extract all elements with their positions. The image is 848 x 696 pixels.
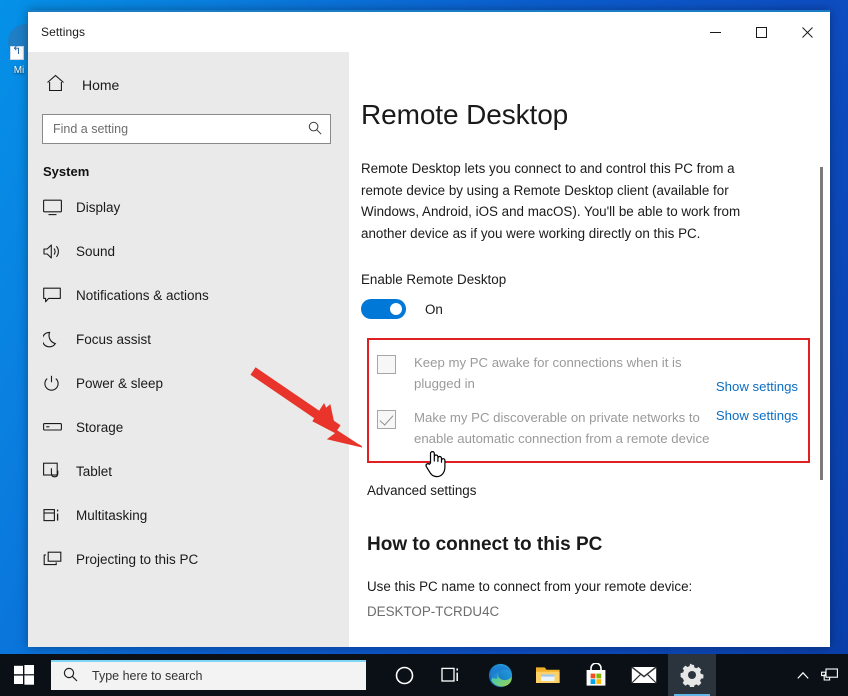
keep-awake-checkbox[interactable] (377, 355, 396, 374)
tablet-touch-icon (43, 462, 76, 480)
sidebar-item-notifications[interactable]: Notifications & actions (28, 273, 349, 317)
monitor-icon (43, 199, 76, 216)
sidebar-item-focus-assist[interactable]: Focus assist (28, 317, 349, 361)
microsoft-store-icon[interactable] (572, 654, 620, 696)
search-input[interactable] (53, 122, 308, 136)
sidebar-label: Multitasking (76, 507, 148, 523)
windows-taskbar: Type here to search (0, 654, 848, 696)
drive-icon (43, 421, 76, 433)
pc-name-value: DESKTOP-TCRDU4C (367, 604, 500, 619)
sidebar-label: Notifications & actions (76, 287, 209, 303)
window-titlebar[interactable]: Settings (28, 12, 830, 52)
windows-logo-icon (14, 665, 34, 685)
discoverable-label: Make my PC discoverable on private netwo… (414, 410, 710, 446)
home-icon (46, 74, 82, 97)
sidebar-home-label: Home (82, 77, 120, 93)
chevron-up-icon (797, 671, 809, 679)
task-view-icon[interactable] (428, 654, 476, 696)
sidebar-item-multitasking[interactable]: Multitasking (28, 493, 349, 537)
window-title: Settings (41, 25, 86, 39)
sidebar-item-display[interactable]: Display (28, 185, 349, 229)
settings-icon[interactable] (668, 654, 716, 696)
settings-sidebar: Home System Di (28, 52, 349, 647)
how-to-connect-description: Use this PC name to connect from your re… (367, 579, 693, 594)
sidebar-item-storage[interactable]: Storage (28, 405, 349, 449)
settings-window: Settings Home Find a setting System Disp… (28, 10, 830, 647)
option-row-discoverable[interactable]: Make my PC discoverable on private netwo… (369, 408, 808, 449)
system-tray (790, 654, 848, 696)
sidebar-label: Tablet (76, 463, 113, 479)
option-row-keep-awake[interactable]: Keep my PC awake for connections when it… (369, 353, 808, 394)
multitasking-icon (43, 507, 76, 524)
taskbar-search-placeholder: Type here to search (92, 669, 203, 683)
advanced-settings-link[interactable]: Advanced settings (367, 483, 790, 498)
sidebar-item-sound[interactable]: Sound (28, 229, 349, 273)
close-icon (801, 26, 813, 38)
enable-remote-desktop-label: Enable Remote Desktop (361, 272, 507, 287)
keep-awake-label: Keep my PC awake for connections when it… (414, 355, 682, 391)
microsoft-edge-icon[interactable] (476, 654, 524, 696)
keep-awake-show-settings-link[interactable]: Show settings (716, 379, 798, 394)
network-icon[interactable] (816, 654, 842, 696)
search-icon (63, 667, 78, 685)
minimize-button[interactable] (692, 16, 738, 48)
content-scrollbar[interactable] (820, 167, 823, 480)
sidebar-item-power-sleep[interactable]: Power & sleep (28, 361, 349, 405)
moon-icon (43, 331, 76, 348)
red-highlight-rectangle: Keep my PC awake for connections when it… (367, 338, 810, 463)
speaker-icon (43, 243, 76, 260)
sidebar-item-tablet[interactable]: Tablet (28, 449, 349, 493)
start-button[interactable] (0, 654, 48, 696)
maximize-button[interactable] (738, 16, 784, 48)
taskbar-search-box[interactable]: Type here to search (51, 660, 366, 690)
cortana-icon[interactable] (380, 654, 428, 696)
close-button[interactable] (784, 16, 830, 48)
mail-icon[interactable] (620, 654, 668, 696)
minimize-icon (709, 31, 721, 33)
toggle-state-label: On (425, 301, 443, 317)
sidebar-label: Display (76, 199, 121, 215)
project-screen-icon (43, 551, 76, 568)
sidebar-label: Projecting to this PC (76, 551, 199, 567)
settings-content-pane: Remote Desktop Remote Desktop lets you c… (349, 52, 830, 647)
sidebar-label: Focus assist (76, 331, 152, 347)
page-description: Remote Desktop lets you connect to and c… (361, 161, 741, 241)
sidebar-label: Sound (76, 243, 116, 259)
discoverable-show-settings-link[interactable]: Show settings (716, 408, 798, 423)
sidebar-item-home[interactable]: Home (28, 70, 349, 100)
power-icon (43, 375, 76, 392)
settings-search-box[interactable] (42, 114, 331, 144)
chat-bubble-icon (43, 287, 76, 304)
discoverable-checkbox[interactable] (377, 410, 396, 429)
sidebar-label: Storage (76, 419, 124, 435)
show-hidden-icons-chevron[interactable] (790, 654, 816, 696)
enable-remote-desktop-toggle-row[interactable]: On (361, 299, 790, 319)
maximize-icon (755, 26, 767, 38)
enable-remote-desktop-toggle[interactable] (361, 299, 406, 319)
gear-icon (680, 663, 704, 687)
sidebar-group-title: System (43, 164, 90, 179)
how-to-connect-heading: How to connect to this PC (367, 534, 603, 555)
sidebar-label: Power & sleep (76, 375, 164, 391)
toggle-knob (390, 303, 402, 315)
search-icon[interactable] (308, 121, 322, 138)
page-title: Remote Desktop (361, 99, 569, 130)
sidebar-item-projecting[interactable]: Projecting to this PC (28, 537, 349, 581)
file-explorer-icon[interactable] (524, 654, 572, 696)
